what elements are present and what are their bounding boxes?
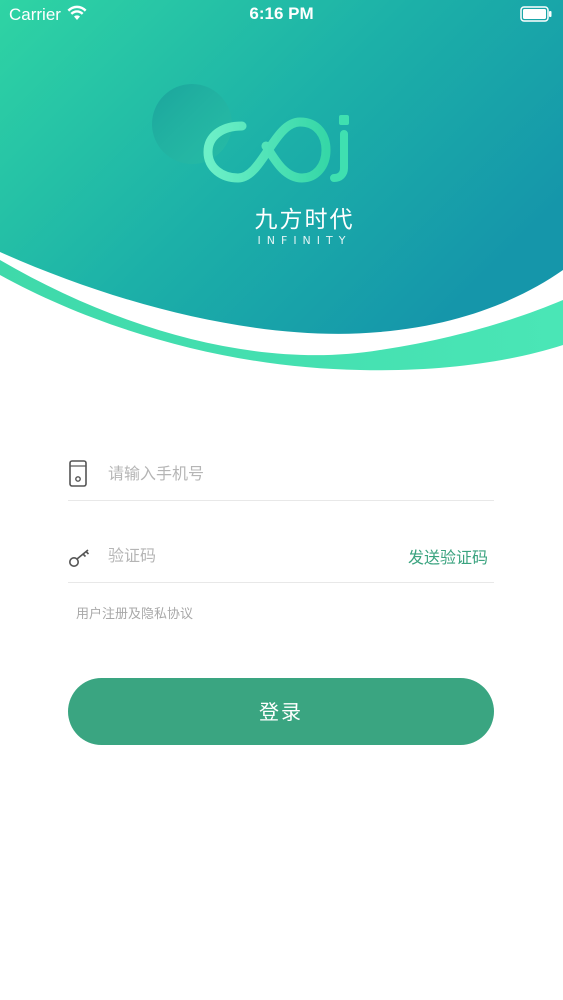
login-screen: Carrier 6:16 PM 九方时代 INFINITY 请输入手机号 验证码…	[0, 0, 563, 1000]
login-button[interactable]: 登录	[68, 678, 494, 745]
code-field: 发送验证码	[68, 532, 494, 583]
brand-subtitle: INFINITY	[257, 234, 352, 247]
status-time: 6:16 PM	[249, 4, 314, 23]
key-icon	[68, 542, 90, 570]
send-code-button[interactable]: 发送验证码	[408, 544, 488, 568]
phone-field	[68, 450, 494, 501]
status-bar: Carrier 6:16 PM	[0, 0, 563, 30]
brand-logo	[150, 82, 370, 194]
phone-input[interactable]	[108, 458, 388, 488]
agreement-link[interactable]: 用户注册及隐私协议	[76, 603, 193, 622]
brand-name: 九方时代	[254, 207, 355, 233]
phone-icon	[68, 460, 90, 488]
code-input[interactable]	[108, 540, 388, 570]
battery-icon	[520, 6, 552, 27]
